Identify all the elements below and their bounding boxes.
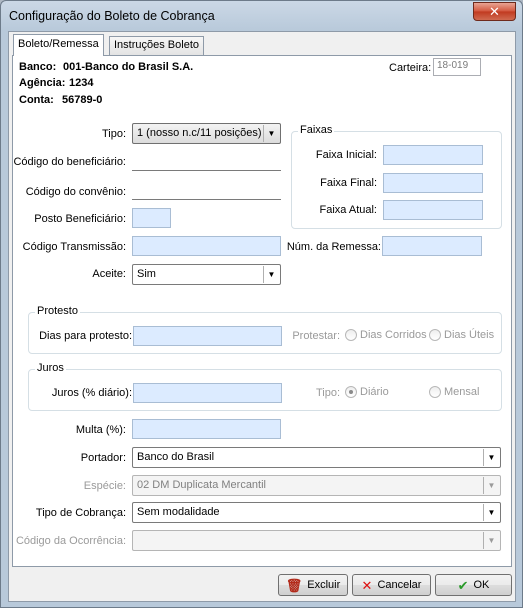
aceite-select[interactable]: Sim ▼ — [132, 264, 281, 285]
banco-value: 001-Banco do Brasil S.A. — [63, 61, 194, 73]
codigo-beneficiario-field[interactable] — [132, 151, 281, 171]
radio-dias-uteis-label: Dias Úteis — [444, 329, 495, 341]
agencia-label: Agência: — [19, 77, 66, 89]
faixas-group: Faixas Faixa Inicial: Faixa Final: Faixa… — [291, 124, 502, 229]
juros-tipo-label: Tipo: — [315, 387, 340, 399]
juros-title: Juros — [35, 362, 66, 374]
dias-protesto-label: Dias para protesto: — [39, 330, 132, 342]
especie-select-value: 02 DM Duplicata Mercantil — [137, 479, 266, 491]
trash-icon: 🗑 — [285, 577, 303, 593]
cancel-button-label: Cancelar — [377, 579, 422, 591]
codigo-beneficiario-label: Código do beneficiário: — [13, 156, 126, 168]
posto-beneficiario-field[interactable] — [132, 208, 171, 228]
chevron-down-icon: ▼ — [483, 449, 499, 466]
tab-panel-boleto-remessa: Banco: 001-Banco do Brasil S.A. Agência:… — [12, 55, 512, 567]
dias-protesto-field[interactable] — [133, 326, 282, 346]
cancel-button[interactable]: ✕ Cancelar — [352, 574, 431, 596]
radio-button-icon — [429, 329, 441, 341]
tab-instrucoes-boleto[interactable]: Instruções Boleto — [109, 36, 204, 55]
radio-diario[interactable]: Diário — [345, 386, 389, 398]
banco-label: Banco: — [19, 61, 57, 73]
codigo-convenio-label: Código do convênio: — [25, 186, 126, 198]
faixa-inicial-field[interactable] — [383, 145, 483, 165]
faixas-title: Faixas — [298, 124, 335, 136]
agencia-value: 1234 — [69, 77, 94, 89]
carteira-label: Carteira: — [389, 62, 432, 74]
close-button[interactable]: ✕ — [473, 2, 516, 21]
chevron-down-icon: ▼ — [483, 504, 499, 521]
juros-group: Juros Juros (% diário): Tipo: Diário Men… — [28, 362, 502, 411]
window-title: Configuração do Boleto de Cobrança — [9, 9, 215, 23]
conta-label: Conta: — [19, 94, 54, 106]
carteira-field[interactable]: 18-019 — [433, 58, 481, 76]
multa-label: Multa (%): — [75, 424, 126, 436]
checkmark-icon: ✔ — [457, 577, 469, 593]
chevron-down-icon: ▼ — [483, 477, 499, 494]
chevron-down-icon: ▼ — [263, 266, 279, 283]
tipo-cobranca-select-value: Sem modalidade — [137, 506, 220, 518]
faixa-atual-field[interactable] — [383, 200, 483, 220]
juros-field[interactable] — [133, 383, 282, 403]
dialog-window: Configuração do Boleto de Cobrança ✕ Bol… — [0, 0, 523, 608]
faixa-inicial-label: Faixa Inicial: — [315, 149, 377, 161]
faixa-final-field[interactable] — [383, 173, 483, 193]
multa-field[interactable] — [132, 419, 281, 439]
codigo-transmissao-field[interactable] — [132, 236, 281, 256]
radio-dias-uteis[interactable]: Dias Úteis — [429, 329, 494, 341]
posto-beneficiario-label: Posto Beneficiário: — [34, 213, 126, 225]
especie-label: Espécie: — [83, 480, 126, 492]
radio-dias-corridos[interactable]: Dias Corridos — [345, 329, 427, 341]
tipo-label: Tipo: — [101, 128, 126, 140]
carteira-value: 18-019 — [437, 60, 469, 71]
protesto-group: Protesto Dias para protesto: Protestar: … — [28, 305, 502, 354]
aceite-label: Aceite: — [92, 268, 126, 280]
title-bar: Configuração do Boleto de Cobrança ✕ — [1, 1, 522, 31]
portador-select-value: Banco do Brasil — [137, 451, 215, 463]
cancel-icon: ✕ — [361, 577, 373, 593]
chevron-down-icon: ▼ — [483, 532, 499, 549]
faixa-atual-label: Faixa Atual: — [319, 204, 377, 216]
especie-select[interactable]: 02 DM Duplicata Mercantil ▼ — [132, 475, 501, 496]
excluir-button-label: Excluir — [307, 579, 341, 591]
faixa-final-label: Faixa Final: — [320, 177, 377, 189]
juros-label: Juros (% diário): — [51, 387, 132, 399]
radio-mensal[interactable]: Mensal — [429, 386, 479, 398]
portador-select[interactable]: Banco do Brasil ▼ — [132, 447, 501, 468]
codigo-ocorrencia-select[interactable]: ▼ — [132, 530, 501, 551]
portador-label: Portador: — [80, 452, 126, 464]
close-icon: ✕ — [489, 3, 500, 19]
radio-button-icon — [429, 386, 441, 398]
radio-dias-corridos-label: Dias Corridos — [360, 329, 427, 341]
tipo-select[interactable]: 1 (nosso n.c/11 posições) ▼ — [132, 123, 281, 144]
num-remessa-field[interactable] — [382, 236, 482, 256]
radio-button-icon — [345, 386, 357, 398]
aceite-select-value: Sim — [137, 268, 156, 280]
codigo-ocorrencia-label: Código da Ocorrência: — [15, 535, 126, 547]
tipo-cobranca-select[interactable]: Sem modalidade ▼ — [132, 502, 501, 523]
tipo-cobranca-label: Tipo de Cobrança: — [35, 507, 126, 519]
protesto-title: Protesto — [35, 305, 80, 317]
num-remessa-label: Núm. da Remessa: — [286, 241, 381, 253]
codigo-transmissao-label: Código Transmissão: — [22, 241, 126, 253]
ok-button-label: OK — [473, 579, 490, 591]
chevron-down-icon: ▼ — [263, 125, 279, 142]
excluir-button[interactable]: 🗑 Excluir — [278, 574, 348, 596]
radio-diario-label: Diário — [360, 386, 389, 398]
tab-boleto-remessa[interactable]: Boleto/Remessa — [13, 34, 104, 56]
tipo-select-value: 1 (nosso n.c/11 posições) — [137, 127, 262, 139]
ok-button[interactable]: ✔ OK — [435, 574, 512, 596]
protestar-label: Protestar: — [292, 330, 340, 342]
radio-mensal-label: Mensal — [444, 386, 480, 398]
radio-button-icon — [345, 329, 357, 341]
conta-value: 56789-0 — [62, 94, 103, 106]
dialog-client-area: Boleto/Remessa Instruções Boleto Banco: … — [8, 31, 516, 602]
codigo-convenio-field[interactable] — [132, 180, 281, 200]
